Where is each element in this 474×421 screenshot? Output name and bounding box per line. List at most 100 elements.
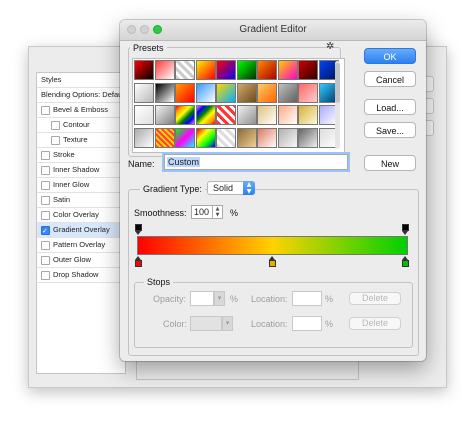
style-row[interactable]: Texture [37, 133, 125, 148]
title-bar: Gradient Editor [120, 20, 426, 41]
opacity-location-input[interactable] [292, 291, 322, 306]
smoothness-input[interactable]: 100 [191, 205, 213, 219]
chevron-down-icon[interactable]: ▾ [222, 316, 233, 331]
style-checkbox[interactable] [41, 181, 50, 190]
gradient-preset-swatch[interactable] [175, 105, 195, 125]
style-row[interactable]: Gradient Overlay [37, 223, 125, 238]
style-checkbox[interactable] [51, 121, 60, 130]
gradient-preset-swatch[interactable] [154, 127, 175, 148]
opacity-location-unit: % [325, 294, 334, 304]
color-stop-red[interactable] [135, 256, 142, 267]
style-row[interactable]: Color Overlay [37, 208, 125, 223]
gradient-preset-swatch[interactable] [134, 60, 154, 80]
gradient-preset-swatch[interactable] [195, 105, 216, 125]
style-row-label: Stroke [53, 150, 75, 159]
style-row[interactable]: Contour [37, 118, 125, 133]
gradient-preset-swatch[interactable] [277, 60, 298, 80]
style-row[interactable]: Stroke [37, 148, 125, 163]
style-checkbox[interactable] [41, 256, 50, 265]
layer-style-button-stub[interactable] [426, 120, 434, 136]
gradient-preset-swatch[interactable] [298, 105, 318, 125]
gear-icon[interactable]: ✲ [326, 41, 334, 52]
color-stop-green[interactable] [402, 256, 409, 267]
style-row-label: Outer Glow [53, 255, 91, 264]
style-row[interactable]: Inner Glow [37, 178, 125, 193]
color-swatch[interactable] [190, 316, 222, 331]
style-row[interactable]: Blending Options: Default [37, 88, 125, 103]
gradient-preset-swatch[interactable] [216, 60, 236, 80]
chevron-down-icon[interactable]: ▾ [214, 291, 225, 306]
style-row[interactable]: Inner Shadow [37, 163, 125, 178]
name-field[interactable]: Custom [164, 154, 348, 170]
opacity-label: Opacity: [153, 294, 187, 304]
gradient-preset-swatch[interactable] [277, 105, 298, 125]
smoothness-dropdown-icon[interactable]: ▲ ▼ [213, 205, 223, 219]
style-checkbox[interactable] [41, 196, 50, 205]
gradient-preset-swatch[interactable] [236, 105, 257, 125]
new-button[interactable]: New [364, 155, 416, 171]
style-checkbox[interactable] [41, 106, 50, 115]
gradient-preset-swatch[interactable] [236, 60, 257, 80]
opacity-stop-right[interactable] [402, 224, 409, 235]
gradient-preset-swatch[interactable] [257, 82, 277, 103]
gradient-preset-swatch[interactable] [277, 127, 298, 148]
layer-style-button-stub[interactable] [426, 98, 434, 114]
chevron-updown-icon[interactable]: ▲ ▼ [243, 181, 255, 195]
gradient-preset-swatch[interactable] [257, 127, 277, 148]
gradient-preset-swatch[interactable] [298, 60, 318, 80]
style-row[interactable]: Drop Shadow [37, 268, 125, 283]
gradient-preset-swatch[interactable] [175, 127, 195, 148]
smoothness-unit: % [230, 208, 239, 218]
smoothness-label: Smoothness: [134, 208, 187, 218]
gradient-preset-swatch[interactable] [195, 60, 216, 80]
gradient-preset-swatch[interactable] [257, 60, 277, 80]
styles-header[interactable]: Styles [37, 73, 125, 88]
gradient-preset-swatch[interactable] [195, 127, 216, 148]
style-row[interactable]: Outer Glow [37, 253, 125, 268]
name-value: Custom [167, 157, 201, 167]
gradient-preset-swatch[interactable] [216, 105, 236, 125]
layer-style-button-stub[interactable] [426, 76, 434, 92]
color-label: Color: [163, 319, 188, 329]
style-checkbox[interactable] [41, 271, 50, 280]
gradient-preset-swatch[interactable] [216, 82, 236, 103]
gradient-preset-swatch[interactable] [236, 127, 257, 148]
style-row[interactable]: Satin [37, 193, 125, 208]
style-checkbox[interactable] [41, 224, 50, 237]
color-location-input[interactable] [292, 316, 322, 331]
gradient-preset-swatch[interactable] [154, 105, 175, 125]
ok-button[interactable]: OK [364, 48, 416, 64]
cancel-button[interactable]: Cancel [364, 71, 416, 87]
style-row[interactable]: Pattern Overlay [37, 238, 125, 253]
opacity-stop-left[interactable] [135, 224, 142, 235]
gradient-preset-swatch[interactable] [175, 82, 195, 103]
style-checkbox[interactable] [41, 241, 50, 250]
style-row[interactable]: Bevel & Emboss [37, 103, 125, 118]
style-checkbox[interactable] [41, 151, 50, 160]
gradient-preset-swatch[interactable] [257, 105, 277, 125]
gradient-preset-swatch[interactable] [298, 127, 318, 148]
gradient-preset-swatch[interactable] [216, 127, 236, 148]
gradient-preset-swatch[interactable] [134, 82, 154, 103]
gradient-preset-swatch[interactable] [175, 60, 195, 80]
gradient-preset-swatch[interactable] [154, 60, 175, 80]
delete-color-stop-button[interactable]: Delete [349, 317, 401, 330]
gradient-preset-swatch[interactable] [154, 82, 175, 103]
delete-opacity-stop-button[interactable]: Delete [349, 292, 401, 305]
gradient-preset-swatch[interactable] [277, 82, 298, 103]
gradient-preview-bar[interactable] [137, 236, 408, 255]
gradient-preset-swatch[interactable] [195, 82, 216, 103]
presets-scrollbar-thumb[interactable] [335, 63, 340, 103]
gradient-preset-swatch[interactable] [134, 105, 154, 125]
gradient-preset-swatch[interactable] [236, 82, 257, 103]
load-button[interactable]: Load... [364, 99, 416, 115]
style-checkbox[interactable] [51, 136, 60, 145]
color-stop-midpoint[interactable] [269, 256, 276, 267]
gradient-preset-swatch[interactable] [134, 127, 154, 148]
opacity-input[interactable] [190, 291, 214, 306]
gradient-preset-swatch[interactable] [298, 82, 318, 103]
smoothness-value: 100 [194, 207, 210, 217]
style-checkbox[interactable] [41, 166, 50, 175]
save-button[interactable]: Save... [364, 122, 416, 138]
style-checkbox[interactable] [41, 211, 50, 220]
